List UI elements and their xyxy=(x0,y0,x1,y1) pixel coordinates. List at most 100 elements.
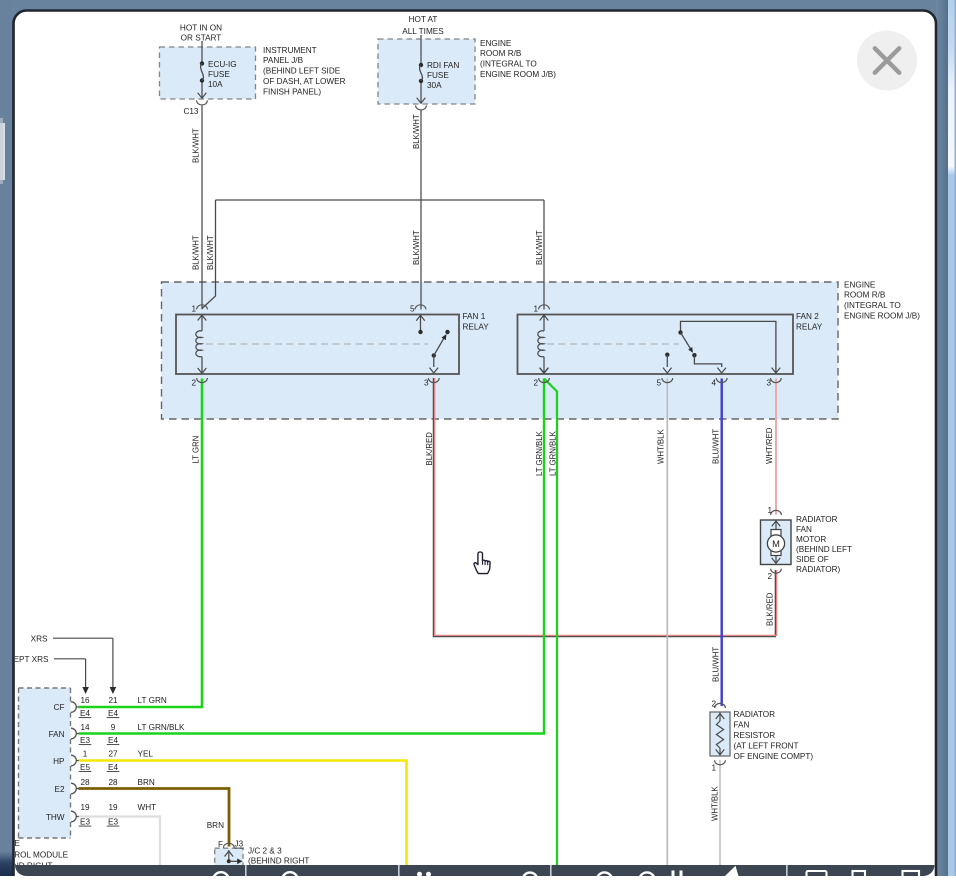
svg-text:RADIATOR): RADIATOR) xyxy=(796,565,841,574)
svg-text:FUSE: FUSE xyxy=(427,71,449,80)
svg-text:J/C 2 & 3: J/C 2 & 3 xyxy=(248,847,282,856)
svg-text:WHT/BLK: WHT/BLK xyxy=(711,786,720,821)
svg-text:21: 21 xyxy=(108,696,118,705)
svg-text:ALL TIMES: ALL TIMES xyxy=(402,27,444,36)
svg-text:OR START: OR START xyxy=(181,34,222,43)
svg-text:M: M xyxy=(772,539,780,549)
svg-text:ENGINE: ENGINE xyxy=(480,39,512,48)
svg-text:BLK/WHT: BLK/WHT xyxy=(412,114,421,149)
svg-text:LT GRN/BLK: LT GRN/BLK xyxy=(138,723,186,732)
svg-text:E2: E2 xyxy=(54,785,64,794)
svg-text:HOT AT: HOT AT xyxy=(409,15,438,24)
svg-text:BLK/RED: BLK/RED xyxy=(766,592,775,626)
svg-text:(BEHIND LEFT SIDE: (BEHIND LEFT SIDE xyxy=(263,67,341,76)
svg-text:E4: E4 xyxy=(108,763,118,772)
svg-text:BRN: BRN xyxy=(138,778,155,787)
svg-text:BLU/WHT: BLU/WHT xyxy=(712,429,721,464)
svg-text:FAN: FAN xyxy=(796,525,812,534)
svg-text:MOTOR: MOTOR xyxy=(796,535,826,544)
svg-text:(AT LEFT FRONT: (AT LEFT FRONT xyxy=(734,742,799,751)
svg-text:FAN: FAN xyxy=(734,721,750,730)
svg-text:HOT IN ON: HOT IN ON xyxy=(180,24,222,33)
svg-text:(INTEGRAL TO: (INTEGRAL TO xyxy=(844,301,901,310)
svg-text:LT GRN/BLK: LT GRN/BLK xyxy=(549,430,558,476)
svg-text:4: 4 xyxy=(711,379,716,388)
svg-text:19: 19 xyxy=(108,803,118,812)
svg-text:2: 2 xyxy=(711,700,716,709)
svg-text:HP: HP xyxy=(53,757,65,766)
svg-text:PANEL J/B: PANEL J/B xyxy=(263,56,304,65)
svg-text:1: 1 xyxy=(767,506,772,515)
svg-text:FAN: FAN xyxy=(49,730,65,739)
svg-text:RADIATOR: RADIATOR xyxy=(734,710,776,719)
svg-text:C13: C13 xyxy=(183,107,198,116)
svg-text:LT GRN: LT GRN xyxy=(192,436,201,464)
svg-text:FINISH PANEL): FINISH PANEL) xyxy=(263,88,321,97)
svg-text:3: 3 xyxy=(766,379,771,388)
svg-text:28: 28 xyxy=(80,778,90,787)
svg-text:2: 2 xyxy=(191,379,196,388)
svg-text:BLK/WHT: BLK/WHT xyxy=(192,235,201,270)
svg-text:10A: 10A xyxy=(208,80,223,89)
svg-text:LT GRN/BLK: LT GRN/BLK xyxy=(535,430,544,476)
svg-text:30A: 30A xyxy=(427,81,442,90)
svg-text:THW: THW xyxy=(46,813,65,822)
svg-text:BLK/WHT: BLK/WHT xyxy=(206,235,215,270)
svg-text:RDI FAN: RDI FAN xyxy=(427,61,459,70)
svg-text:RESISTOR: RESISTOR xyxy=(734,731,776,740)
svg-text:WHT: WHT xyxy=(138,803,157,812)
svg-text:INSTRUMENT: INSTRUMENT xyxy=(263,46,317,55)
svg-text:(BEHIND LEFT: (BEHIND LEFT xyxy=(796,545,852,554)
svg-text:E4: E4 xyxy=(80,709,90,718)
svg-text:E3: E3 xyxy=(80,818,90,827)
svg-text:2: 2 xyxy=(767,572,772,581)
svg-text:E4: E4 xyxy=(108,736,118,745)
svg-text:BLK/WHT: BLK/WHT xyxy=(192,128,201,163)
svg-text:19: 19 xyxy=(80,803,90,812)
svg-text:ENGINE: ENGINE xyxy=(844,281,876,290)
svg-text:27: 27 xyxy=(108,750,118,759)
svg-text:YEL: YEL xyxy=(138,750,154,759)
svg-text:F: F xyxy=(218,840,223,849)
svg-text:J3: J3 xyxy=(235,840,244,849)
svg-text:FAN 2: FAN 2 xyxy=(796,312,819,321)
svg-text:OF DASH, AT LOWER: OF DASH, AT LOWER xyxy=(263,77,346,86)
svg-text:OF ENGINE COMPT): OF ENGINE COMPT) xyxy=(734,752,814,761)
svg-text:SIDE OF: SIDE OF xyxy=(796,555,829,564)
svg-text:5: 5 xyxy=(656,379,661,388)
svg-text:1: 1 xyxy=(83,750,88,759)
svg-text:16: 16 xyxy=(80,696,90,705)
svg-text:28: 28 xyxy=(108,778,118,787)
svg-text:1: 1 xyxy=(711,764,716,773)
svg-text:FAN 1: FAN 1 xyxy=(463,312,486,321)
svg-text:RELAY: RELAY xyxy=(463,323,490,332)
svg-text:CF: CF xyxy=(54,703,65,712)
svg-text:(BEHIND RIGHT: (BEHIND RIGHT xyxy=(248,857,309,866)
svg-text:ENGINE ROOM J/B): ENGINE ROOM J/B) xyxy=(844,312,920,321)
svg-text:BRN: BRN xyxy=(207,821,224,830)
svg-text:BLK/RED: BLK/RED xyxy=(425,432,434,466)
svg-text:WHT/BLK: WHT/BLK xyxy=(657,429,666,464)
svg-text:ECU-IG: ECU-IG xyxy=(208,60,237,69)
svg-text:WHT/RED: WHT/RED xyxy=(765,427,774,464)
svg-text:2: 2 xyxy=(533,379,538,388)
svg-text:FUSE: FUSE xyxy=(208,70,230,79)
svg-text:1: 1 xyxy=(533,305,538,314)
svg-text:BLK/WHT: BLK/WHT xyxy=(535,230,544,265)
svg-text:E5: E5 xyxy=(80,763,90,772)
svg-text:LT GRN: LT GRN xyxy=(138,696,167,705)
svg-text:ROOM R/B: ROOM R/B xyxy=(844,291,886,300)
svg-text:E4: E4 xyxy=(108,709,118,718)
svg-text:ROOM R/B: ROOM R/B xyxy=(480,49,522,58)
svg-text:RELAY: RELAY xyxy=(796,323,823,332)
svg-text:RADIATOR: RADIATOR xyxy=(796,515,838,524)
svg-text:(INTEGRAL TO: (INTEGRAL TO xyxy=(480,60,537,69)
svg-text:3: 3 xyxy=(424,379,429,388)
svg-text:ENGINE ROOM J/B): ENGINE ROOM J/B) xyxy=(480,70,556,79)
svg-text:BLK/WHT: BLK/WHT xyxy=(412,230,421,265)
svg-text:BLU/WHT: BLU/WHT xyxy=(712,647,721,682)
svg-text:E3: E3 xyxy=(80,736,90,745)
svg-text:XRS: XRS xyxy=(31,635,48,644)
svg-text:1: 1 xyxy=(191,305,196,314)
svg-text:5: 5 xyxy=(410,305,415,314)
